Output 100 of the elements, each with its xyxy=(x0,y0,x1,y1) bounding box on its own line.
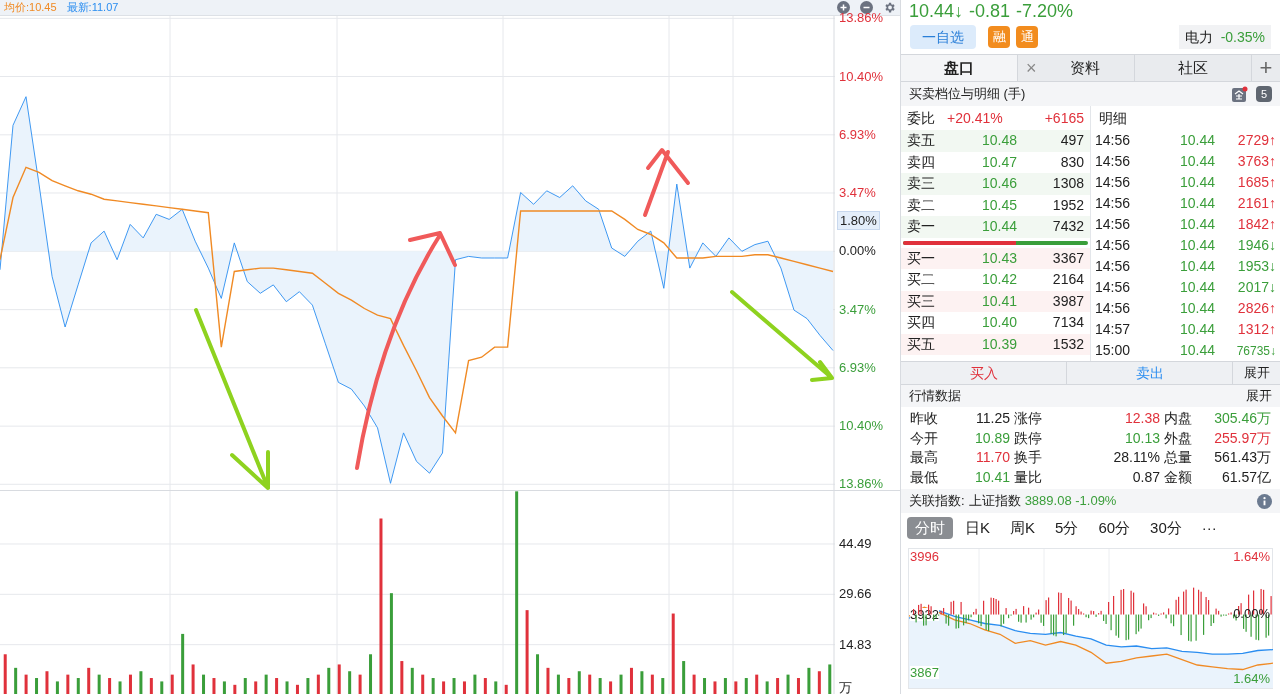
stat-value: 10.13 xyxy=(1123,428,1160,448)
bar xyxy=(755,674,759,694)
expand-button[interactable]: 展开 xyxy=(1246,386,1272,406)
zoom-out-icon[interactable] xyxy=(860,1,873,14)
current-price: 10.44↓ xyxy=(909,2,964,20)
tab[interactable]: 盘口 xyxy=(901,55,1017,81)
trade-price: 10.44 xyxy=(1178,194,1215,213)
order-volume: 3367 xyxy=(1051,248,1084,268)
finance-icon[interactable] xyxy=(1232,86,1248,102)
bar xyxy=(723,678,727,694)
trade-volume: 2729↑ xyxy=(1236,131,1276,150)
bar xyxy=(149,678,153,694)
order-level-label: 买四 xyxy=(907,313,936,333)
bar xyxy=(661,678,665,694)
watchlist-button[interactable]: 一自选 xyxy=(910,25,976,49)
bar xyxy=(640,671,644,694)
expand-button[interactable]: 展开 xyxy=(1233,362,1280,384)
stat-label: 最低 xyxy=(910,467,938,487)
trade-price: 10.44 xyxy=(1178,341,1215,360)
index-value: 3889.08 -1.09% xyxy=(1024,492,1118,511)
trade-volume: 1946↓ xyxy=(1236,236,1276,255)
stat-label: 总量 xyxy=(1164,448,1192,468)
order-price: 10.39 xyxy=(980,334,1017,354)
bar xyxy=(577,671,581,694)
order-price: 10.43 xyxy=(980,248,1017,268)
bar xyxy=(494,681,498,694)
bar xyxy=(421,674,425,694)
bar xyxy=(295,684,299,694)
price-change-percent: -7.20% xyxy=(1016,2,1074,20)
period-tab[interactable]: 周K xyxy=(1002,517,1044,539)
sector-chip[interactable]: 电力 -0.35% xyxy=(1178,25,1271,49)
sector-change: -0.35% xyxy=(1220,27,1265,47)
bar xyxy=(796,678,800,694)
axis-label: 13.86% xyxy=(839,477,884,491)
tab[interactable]: 资料 xyxy=(1036,55,1134,81)
bar xyxy=(504,684,508,694)
order-price: 10.42 xyxy=(980,270,1017,290)
bar xyxy=(76,678,80,694)
period-tab[interactable]: 60分 xyxy=(1090,517,1139,539)
trade-volume: 1685↑ xyxy=(1236,173,1276,192)
trade-volume: 1842↑ xyxy=(1236,215,1276,234)
trade-volume: 76735↓ xyxy=(1235,342,1276,360)
stat-label: 换手 xyxy=(1014,448,1042,468)
trade-volume: 1312↑ xyxy=(1236,320,1276,339)
stat-value: 11.25 xyxy=(975,409,1010,429)
latest-price-label: 最新:11.07 xyxy=(66,2,119,13)
index-label: 关联指数: xyxy=(909,492,965,511)
trade-volume: 1953↓ xyxy=(1236,257,1276,276)
price-change: -0.81 xyxy=(969,2,1011,20)
order-level-label: 卖二 xyxy=(907,195,936,215)
stat-value: 28.11% xyxy=(1112,448,1160,468)
trade-price: 10.44 xyxy=(1178,215,1215,234)
order-price: 10.46 xyxy=(980,174,1017,194)
bar xyxy=(483,678,487,694)
order-volume: 1952 xyxy=(1051,195,1084,215)
bar xyxy=(431,678,435,694)
trade-time: 14:56 xyxy=(1095,215,1132,234)
bar xyxy=(379,518,383,694)
stat-value: 10.89 xyxy=(973,428,1010,448)
bar xyxy=(243,678,247,694)
zoom-in-icon[interactable] xyxy=(837,1,850,14)
trade-volume: 2017↓ xyxy=(1236,278,1276,297)
axis-label: 3.47% xyxy=(839,302,876,316)
axis-label: 3867 xyxy=(910,666,939,680)
bar xyxy=(473,674,477,694)
bar xyxy=(776,678,780,694)
bar xyxy=(87,667,91,694)
bar xyxy=(254,681,258,694)
period-tab[interactable]: 5分 xyxy=(1047,517,1087,539)
order-level-label: 卖三 xyxy=(907,174,936,194)
bar xyxy=(619,674,623,694)
bar xyxy=(734,681,738,694)
bar xyxy=(703,678,707,694)
bar xyxy=(66,674,70,694)
bar xyxy=(807,667,811,694)
trade-volume: 3763↑ xyxy=(1236,152,1276,171)
add-tab-button[interactable]: + xyxy=(1252,55,1280,81)
buy-button[interactable]: 买入 xyxy=(901,362,1067,384)
period-tab[interactable]: ··· xyxy=(1193,517,1225,539)
trade-price: 10.44 xyxy=(1178,278,1215,297)
bar xyxy=(410,667,414,694)
axis-label: 14.83 xyxy=(839,637,872,651)
stat-label: 跌停 xyxy=(1014,428,1042,448)
axis-label: 3.47% xyxy=(839,186,876,199)
tab[interactable]: 社区 xyxy=(1135,55,1251,81)
order-level-label: 买一 xyxy=(907,248,936,268)
info-icon[interactable] xyxy=(1257,493,1272,509)
period-tab[interactable]: 30分 xyxy=(1142,517,1190,539)
bar xyxy=(713,681,717,694)
axis-label: 1.64% xyxy=(1233,550,1270,563)
trade-price: 10.44 xyxy=(1178,173,1215,192)
settings-icon[interactable] xyxy=(883,1,896,14)
bar xyxy=(442,681,446,694)
bar xyxy=(609,681,613,694)
axis-label: 3996 xyxy=(910,549,939,563)
detail-title: 明细 xyxy=(1099,108,1127,128)
bar xyxy=(369,654,373,694)
bar xyxy=(556,674,560,694)
depth-badge[interactable]: 5 xyxy=(1256,86,1272,102)
period-tab[interactable]: 日K xyxy=(957,517,998,539)
